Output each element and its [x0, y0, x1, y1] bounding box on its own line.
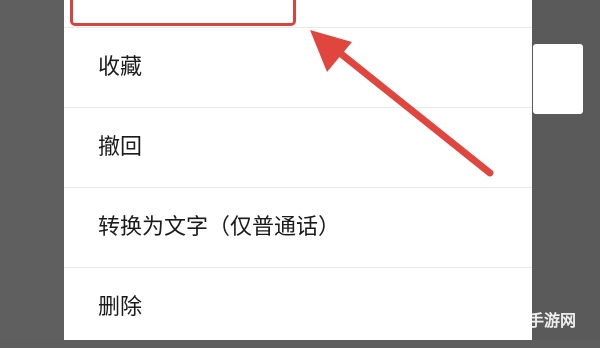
highlight-box	[70, 0, 296, 26]
menu-item-delete[interactable]: 删除	[64, 268, 532, 348]
menu-item-favorite[interactable]: 收藏	[64, 28, 532, 108]
menu-item-recall[interactable]: 撤回	[64, 108, 532, 188]
menu-item-label: 删除	[98, 295, 143, 320]
menu-item-label: 转换为文字（仅普通话）	[98, 214, 341, 240]
menu-item-label: 收藏	[98, 54, 143, 80]
menu-item-convert-to-text[interactable]: 转换为文字（仅普通话）	[64, 188, 532, 268]
watermark: 手游网	[528, 311, 577, 330]
menu-item-label: 撤回	[98, 134, 143, 160]
background-message-bubble	[533, 44, 583, 114]
message-context-menu: 收藏 撤回 转换为文字（仅普通话） 删除	[64, 0, 532, 340]
